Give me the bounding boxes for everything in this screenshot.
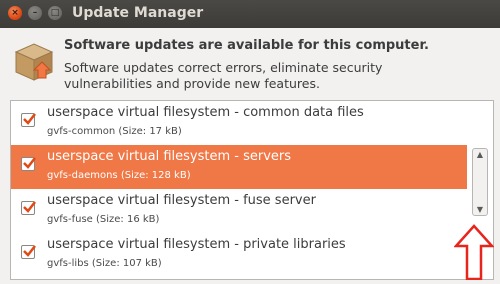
update-row[interactable]: userspace virtual filesystem - common da… — [11, 101, 467, 145]
update-row[interactable]: userspace virtual filesystem - fuse serv… — [11, 189, 467, 233]
update-name: userspace virtual filesystem - fuse serv… — [47, 193, 316, 208]
check-icon — [23, 113, 36, 125]
update-checkbox[interactable] — [21, 157, 36, 171]
check-icon — [23, 245, 36, 257]
update-checkbox[interactable] — [21, 245, 36, 259]
annotation-arrow-icon — [453, 224, 495, 281]
update-name: userspace virtual filesystem - common da… — [47, 105, 364, 120]
scroll-down-icon[interactable]: ▼ — [473, 205, 487, 214]
check-icon — [23, 157, 36, 169]
package-update-icon — [12, 40, 56, 84]
scroll-up-icon[interactable]: ▲ — [473, 150, 487, 159]
update-name: userspace virtual filesystem - servers — [47, 149, 291, 164]
close-button[interactable]: × — [8, 6, 22, 20]
update-checkbox[interactable] — [21, 113, 36, 127]
update-package: gvfs-common (Size: 17 kB) — [47, 126, 182, 137]
update-package: gvfs-fuse (Size: 16 kB) — [47, 214, 160, 225]
update-name: userspace virtual filesystem - private l… — [47, 237, 346, 252]
update-row-selected[interactable]: userspace virtual filesystem - servers g… — [11, 145, 467, 189]
minimize-button[interactable]: – — [28, 6, 42, 20]
maximize-button[interactable]: □ — [48, 6, 62, 20]
check-icon — [23, 201, 36, 213]
update-package: gvfs-libs (Size: 107 kB) — [47, 258, 162, 269]
update-checkbox[interactable] — [21, 201, 36, 215]
window-title: Update Manager — [72, 5, 204, 21]
title-bar: × – □ Update Manager — [0, 0, 500, 28]
update-package: gvfs-daemons (Size: 128 kB) — [47, 170, 191, 181]
header-description: Software updates correct errors, elimina… — [64, 60, 383, 91]
updates-list[interactable]: userspace virtual filesystem - common da… — [10, 100, 494, 280]
update-row[interactable]: userspace virtual filesystem - private l… — [11, 233, 467, 277]
header-title: Software updates are available for this … — [64, 38, 429, 53]
list-scrollbar[interactable]: ▲ ▼ — [472, 148, 488, 216]
